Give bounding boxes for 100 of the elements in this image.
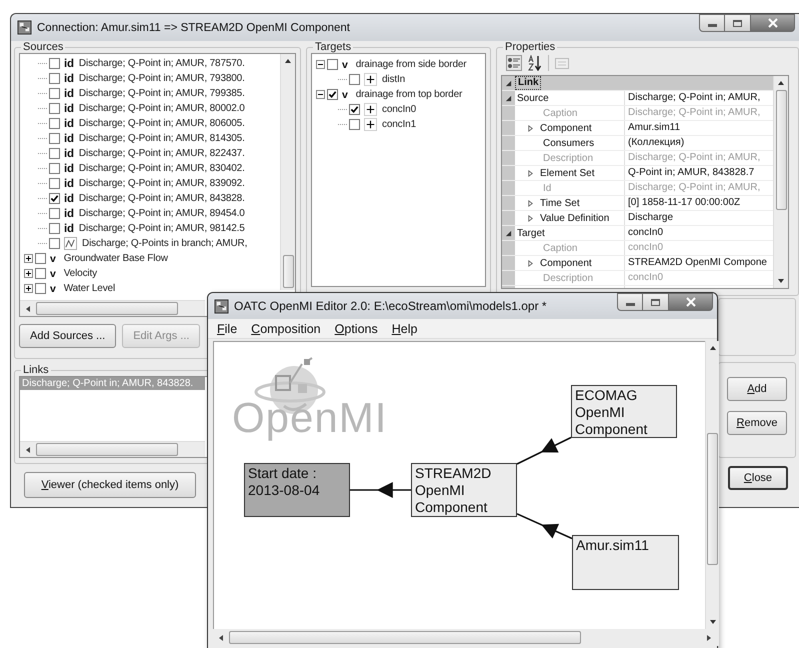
maximize-button[interactable] bbox=[725, 14, 751, 32]
checkbox[interactable] bbox=[349, 119, 360, 130]
tree-item[interactable]: drainage from side border bbox=[356, 59, 466, 70]
checkbox[interactable] bbox=[49, 223, 60, 234]
tree-item[interactable]: concIn1 bbox=[382, 119, 416, 130]
expand-icon[interactable] bbox=[24, 254, 33, 263]
expand-arrow-icon[interactable] bbox=[527, 124, 534, 132]
model-node[interactable]: ECOMAG OpenMI Component bbox=[571, 385, 677, 438]
property-value[interactable]: Q-Point in; AMUR, 843828.7 bbox=[625, 166, 754, 180]
close-dialog-button[interactable]: Close bbox=[728, 466, 788, 490]
tree-item[interactable]: Discharge; Q-Point in; AMUR, 80002.0 bbox=[78, 103, 245, 114]
tree-item[interactable]: Discharge; Q-Point in; AMUR, 822437. bbox=[78, 148, 245, 159]
vertical-scrollbar[interactable] bbox=[773, 76, 788, 288]
tree-item[interactable]: Velocity bbox=[64, 268, 97, 279]
model-node[interactable]: Start date : 2013-08-04 bbox=[244, 463, 350, 517]
expand-arrow-icon[interactable] bbox=[527, 170, 534, 176]
minimize-button[interactable] bbox=[699, 14, 725, 32]
tree-item[interactable]: Discharge; Q-Point in; AMUR, 830402. bbox=[78, 163, 245, 174]
action-button[interactable]: Add Sources ... bbox=[19, 324, 116, 348]
vertical-scrollbar[interactable] bbox=[280, 54, 295, 290]
checkbox[interactable] bbox=[49, 163, 60, 174]
property-value[interactable]: Discharge bbox=[625, 211, 674, 225]
close-button[interactable] bbox=[669, 293, 713, 311]
property-name[interactable]: Source bbox=[517, 92, 549, 104]
checkbox[interactable] bbox=[35, 253, 46, 264]
checkbox[interactable] bbox=[49, 103, 60, 114]
viewer-button[interactable]: Viewer (checked items only) bbox=[24, 472, 196, 498]
property-name[interactable]: Element Set bbox=[540, 168, 594, 178]
expand-arrow-icon[interactable] bbox=[505, 230, 512, 236]
expand-arrow-icon[interactable] bbox=[527, 214, 534, 222]
property-name[interactable]: Component bbox=[540, 122, 592, 134]
close-button[interactable] bbox=[751, 14, 795, 32]
link-arrow[interactable] bbox=[350, 482, 411, 498]
menu-item[interactable]: Composition bbox=[246, 322, 326, 336]
menu-item[interactable]: Help bbox=[386, 322, 422, 336]
property-name[interactable]: Time Set bbox=[540, 198, 580, 208]
checkbox[interactable] bbox=[49, 193, 60, 204]
tree-item[interactable]: Water Level bbox=[64, 283, 116, 294]
property-value[interactable]: concIn0 bbox=[625, 226, 664, 240]
collapse-icon[interactable] bbox=[316, 60, 325, 69]
tree-item[interactable]: concIn0 bbox=[382, 104, 416, 115]
expand-arrow-icon[interactable] bbox=[505, 80, 512, 86]
checkbox[interactable] bbox=[49, 133, 60, 144]
expand-arrow-icon[interactable] bbox=[527, 260, 534, 266]
property-value[interactable]: Discharge; Q-Point in; AMUR, bbox=[625, 91, 760, 105]
expand-arrow-icon[interactable] bbox=[527, 200, 534, 206]
property-value[interactable]: Amur.sim11 bbox=[625, 121, 680, 135]
horizontal-scrollbar[interactable] bbox=[20, 441, 205, 457]
expand-icon[interactable] bbox=[24, 284, 33, 293]
link-arrow[interactable] bbox=[516, 436, 572, 465]
tree-item[interactable]: Discharge; Q-Point in; AMUR, 843828. bbox=[78, 193, 245, 204]
link-button[interactable]: Add bbox=[727, 377, 787, 401]
link-button[interactable]: Remove bbox=[727, 411, 787, 435]
vertical-scrollbar[interactable] bbox=[705, 341, 719, 629]
collapse-icon[interactable] bbox=[316, 90, 325, 99]
minimize-button[interactable] bbox=[617, 293, 643, 311]
tree-item[interactable]: Discharge; Q-Point in; AMUR, 793800. bbox=[78, 73, 245, 84]
property-name[interactable]: Target bbox=[517, 228, 545, 238]
checkbox[interactable] bbox=[327, 89, 338, 100]
checkbox[interactable] bbox=[49, 88, 60, 99]
link-arrow[interactable] bbox=[516, 513, 572, 540]
tree-item[interactable]: Discharge; Q-Points in branch; AMUR, bbox=[82, 238, 248, 249]
tree-item[interactable]: distIn bbox=[382, 74, 406, 85]
menu-item[interactable]: Options bbox=[330, 322, 383, 336]
model-node[interactable]: STREAM2D OpenMI Component bbox=[411, 463, 517, 517]
expand-arrow-icon[interactable] bbox=[505, 94, 512, 102]
expand-icon[interactable] bbox=[24, 269, 33, 278]
tree-item[interactable]: Discharge; Q-Point in; AMUR, 787570. bbox=[78, 58, 245, 69]
checkbox[interactable] bbox=[49, 73, 60, 84]
checkbox[interactable] bbox=[35, 268, 46, 279]
checkbox[interactable] bbox=[327, 59, 338, 70]
tree-item[interactable]: Discharge; Q-Point in; AMUR, 799385. bbox=[78, 88, 245, 99]
tree-item[interactable]: drainage from top border bbox=[356, 89, 462, 100]
property-value[interactable]: [0] 1858-11-17 00:00:00Z bbox=[625, 196, 740, 210]
sort-icon[interactable] bbox=[527, 55, 543, 71]
property-name[interactable]: Component bbox=[540, 258, 592, 268]
checkbox[interactable] bbox=[49, 238, 60, 249]
categorized-icon[interactable] bbox=[506, 55, 522, 71]
tree-item[interactable]: Groundwater Base Flow bbox=[64, 253, 168, 264]
property-name[interactable]: Value Definition bbox=[540, 212, 610, 224]
horizontal-scrollbar[interactable] bbox=[20, 300, 205, 316]
tree-item[interactable]: Discharge; Q-Point in; AMUR, 89454.0 bbox=[78, 208, 245, 219]
model-node[interactable]: Amur.sim11 bbox=[572, 535, 679, 590]
checkbox[interactable] bbox=[35, 283, 46, 294]
checkbox[interactable] bbox=[49, 58, 60, 69]
checkbox[interactable] bbox=[49, 148, 60, 159]
checkbox[interactable] bbox=[349, 74, 360, 85]
checkbox[interactable] bbox=[49, 118, 60, 129]
checkbox[interactable] bbox=[349, 104, 360, 115]
category-label[interactable]: Link bbox=[515, 76, 541, 90]
tree-item[interactable]: Discharge; Q-Point in; AMUR, 806005. bbox=[78, 118, 245, 129]
property-value[interactable]: STREAM2D OpenMI Compone bbox=[625, 256, 767, 270]
checkbox[interactable] bbox=[49, 178, 60, 189]
tree-item[interactable]: Discharge; Q-Point in; AMUR, 98142.5 bbox=[78, 223, 245, 234]
property-value[interactable]: (Коллекция) bbox=[625, 136, 684, 150]
tree-item[interactable]: Discharge; Q-Point in; AMUR, 814305. bbox=[78, 133, 245, 144]
tree-item[interactable]: Discharge; Q-Point in; AMUR, 839092. bbox=[78, 178, 245, 189]
checkbox[interactable] bbox=[49, 208, 60, 219]
property-name[interactable]: Consumers bbox=[543, 138, 594, 148]
menu-item[interactable]: File bbox=[212, 322, 242, 336]
